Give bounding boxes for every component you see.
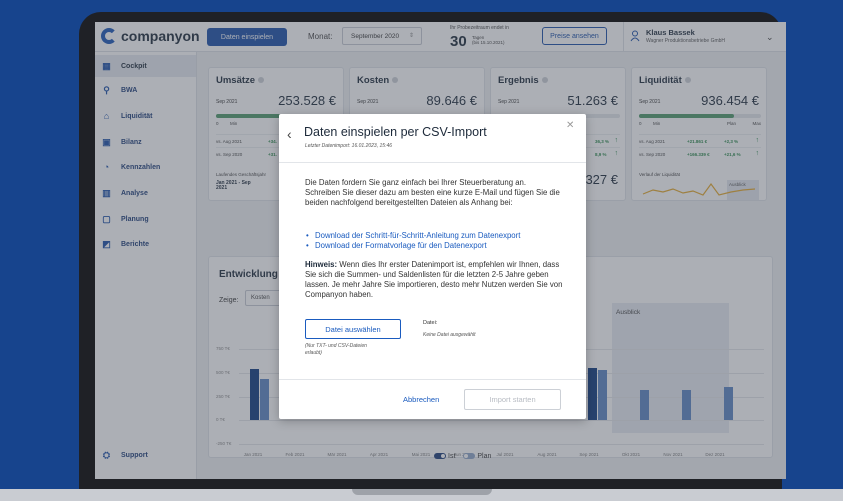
last-import-text: Letzter Datenimport: 16.01.2023, 15:46 — [305, 143, 393, 149]
hint-label: Hinweis: — [305, 260, 338, 269]
download-links: Download der Schritt-für-Schritt-Anleitu… — [306, 231, 520, 251]
dialog-title: Daten einspielen per CSV-Import — [304, 125, 487, 139]
close-icon[interactable]: ✕ — [566, 120, 574, 131]
download-guide-link[interactable]: Download der Schritt-für-Schritt-Anleitu… — [306, 231, 520, 241]
download-template-link[interactable]: Download der Formatvorlage für den Daten… — [306, 241, 520, 251]
csv-import-dialog: ‹ ✕ Daten einspielen per CSV-Import Letz… — [279, 114, 586, 419]
file-label: Datei: — [423, 320, 438, 326]
dialog-hint: Hinweis: Wenn dies Ihr erster Datenimpor… — [305, 260, 565, 300]
laptop-notch — [352, 489, 492, 495]
dialog-divider — [279, 162, 586, 163]
dialog-footer-divider — [279, 379, 586, 380]
choose-file-button[interactable]: Datei auswählen — [305, 319, 401, 339]
dialog-intro: Die Daten fordern Sie ganz einfach bei I… — [305, 178, 560, 207]
cancel-button[interactable]: Abbrechen — [403, 395, 439, 404]
file-types-hint: (Nur TXT- und CSV-Dateien erlaubt) — [305, 343, 367, 356]
hint-text: Wenn dies Ihr erster Datenimport ist, em… — [305, 260, 563, 299]
file-status: Keine Datei ausgewählt — [423, 332, 476, 338]
back-arrow-icon[interactable]: ‹ — [287, 126, 292, 142]
start-import-button[interactable]: Import starten — [464, 389, 561, 410]
